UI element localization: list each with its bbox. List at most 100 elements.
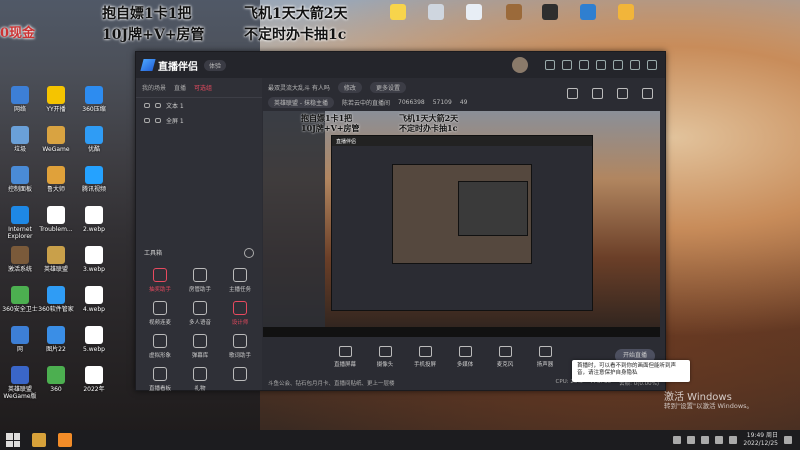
- streaming-app-window[interactable]: 直播伴侣 体验 我的场景 直播 可选组 文本 1 全屏 1 工具箱 抽奖助手 房管…: [135, 51, 666, 392]
- scene-item-fullscreen[interactable]: 全屏 1: [136, 113, 262, 128]
- tray-app-icon[interactable]: [701, 436, 710, 444]
- tool-item[interactable]: [220, 367, 260, 392]
- app-icon: [85, 86, 103, 104]
- category-select[interactable]: 英雄联盟 - 抹稳主播: [268, 97, 334, 108]
- tab-my-scenes[interactable]: 我的场景: [142, 83, 166, 92]
- desktop-icon[interactable]: 腾讯视频: [72, 166, 116, 193]
- desktop-icon[interactable]: 优酷: [72, 126, 116, 153]
- desktop-icon[interactable]: 4.webp: [72, 286, 116, 313]
- clock[interactable]: 19:49 周日 2022/12/25: [743, 432, 778, 448]
- title-bar[interactable]: 直播伴侣 体验: [136, 52, 665, 78]
- close-icon[interactable]: [647, 60, 657, 70]
- source-icon: [418, 346, 432, 357]
- toolbox-grid: 抽奖助手 房管助手 主播任务视频连麦 多人语音 设计师虚拟形象 弹幕库 歌词助手直播看板 礼物: [140, 268, 260, 392]
- source-control[interactable]: 手机投屏: [412, 346, 438, 368]
- tool-item[interactable]: 抽奖助手: [140, 268, 180, 293]
- menu-icon[interactable]: [545, 60, 555, 70]
- tool-item[interactable]: 视频连麦: [140, 301, 180, 326]
- volume-icon[interactable]: [729, 436, 738, 444]
- tab-optional[interactable]: 可选组: [194, 83, 212, 92]
- source-control[interactable]: 多媒体: [452, 346, 478, 368]
- tool-item[interactable]: 多人语音: [180, 301, 220, 326]
- promo-line2b: 不定时办卡抽1c: [244, 27, 347, 43]
- network-icon[interactable]: [715, 436, 724, 444]
- version-badge: 体验: [204, 59, 227, 71]
- app-icon: [85, 326, 103, 344]
- message-icon[interactable]: [579, 60, 589, 70]
- lock-icon[interactable]: [155, 118, 161, 123]
- desktop-icon-label: 2022年: [83, 386, 105, 393]
- tool-label: 房管助手: [188, 287, 211, 293]
- tool-item[interactable]: 直播看板: [140, 367, 180, 392]
- app-icon: [11, 326, 29, 344]
- tool-label: 抽奖助手: [148, 287, 171, 293]
- skin-icon[interactable]: [562, 60, 572, 70]
- desktop-icon[interactable]: 2022年: [72, 366, 116, 393]
- desktop-icon-label: 腾讯视频: [81, 186, 106, 193]
- layout-icon[interactable]: [567, 88, 578, 99]
- lock-icon[interactable]: [155, 103, 161, 108]
- source-control[interactable]: 直播屏幕: [332, 346, 358, 368]
- desktop-icon[interactable]: 5.webp: [72, 326, 116, 353]
- file-explorer-icon[interactable]: [32, 433, 46, 447]
- source-control[interactable]: 麦克风: [492, 346, 518, 368]
- room-id: 7066398: [398, 99, 425, 106]
- app-icon: [542, 4, 558, 20]
- scene-tabs: 我的场景 直播 可选组: [136, 78, 262, 98]
- source-control[interactable]: 扬声器: [532, 346, 558, 368]
- app-icon: [85, 246, 103, 264]
- left-panel: 我的场景 直播 可选组 文本 1 全屏 1 工具箱 抽奖助手 房管助手 主播任务 视频…: [136, 78, 262, 392]
- source-control[interactable]: 摄像头: [372, 346, 398, 368]
- scene-item-text[interactable]: 文本 1: [136, 98, 262, 113]
- tray-app-icon[interactable]: [673, 436, 682, 444]
- edit-button[interactable]: 修改: [337, 82, 362, 93]
- tool-item[interactable]: 弹幕库: [180, 334, 220, 359]
- bag-icon[interactable]: [592, 88, 603, 99]
- room-name: 陈若云中的直播间: [341, 100, 390, 107]
- tool-item[interactable]: 虚拟形象: [140, 334, 180, 359]
- live-assistant-taskbar-icon[interactable]: [58, 433, 72, 447]
- minimize-icon[interactable]: [613, 60, 623, 70]
- settings-icon[interactable]: [596, 60, 606, 70]
- tool-item[interactable]: 设计师: [220, 301, 260, 326]
- app-icon: [506, 4, 522, 20]
- source-label: 直播屏幕: [333, 362, 356, 368]
- tab-live[interactable]: 直播: [174, 83, 186, 92]
- desktop-icon[interactable]: 2.webp: [72, 206, 116, 233]
- tool-icon: [153, 367, 167, 381]
- tool-label: 主播任务: [228, 287, 251, 293]
- desktop-icon[interactable]: [452, 4, 496, 22]
- tool-item[interactable]: 房管助手: [180, 268, 220, 293]
- app-icon: [47, 286, 65, 304]
- more-settings-button[interactable]: 更多设置: [369, 82, 406, 93]
- bell-icon[interactable]: [617, 88, 628, 99]
- tool-item[interactable]: 主播任务: [220, 268, 260, 293]
- desktop-icon[interactable]: [604, 4, 648, 22]
- tool-label: 多人语音: [188, 320, 211, 326]
- windows-start-icon[interactable]: [6, 433, 20, 447]
- app-icon: [11, 86, 29, 104]
- privacy-tooltip: 首播时，可以看不到你的画面但能听到声音，请注意保护自身隐私: [572, 360, 690, 382]
- promo-line1a: 抱自嫖1卡1把: [102, 6, 192, 22]
- notification-icon[interactable]: [784, 436, 792, 444]
- stream-preview[interactable]: 抱自嫖1卡1把 飞机1天大箭2天 10J牌+V+房管 不定时办卡抽1c 直播伴侣: [263, 111, 660, 337]
- app-icon: [390, 4, 406, 20]
- tool-label: 歌词助手: [228, 353, 251, 359]
- more-icon[interactable]: [244, 248, 254, 258]
- maximize-icon[interactable]: [630, 60, 640, 70]
- avatar[interactable]: [512, 57, 528, 73]
- tool-item[interactable]: 礼物: [180, 367, 220, 392]
- tool-label: 设计师: [231, 320, 249, 326]
- app-icon: [618, 4, 634, 20]
- eye-icon[interactable]: [144, 118, 150, 123]
- desktop-icon[interactable]: 3.webp: [72, 246, 116, 273]
- tool-item[interactable]: 歌词助手: [220, 334, 260, 359]
- share-icon[interactable]: [642, 88, 653, 99]
- tray-app-icon[interactable]: [687, 436, 696, 444]
- source-label: 麦克风: [496, 362, 514, 368]
- eye-icon[interactable]: [144, 103, 150, 108]
- tool-icon: [153, 334, 167, 348]
- nested-preview-2: [392, 164, 532, 264]
- source-icon: [538, 346, 552, 357]
- desktop-icon[interactable]: 360压缩: [72, 86, 116, 113]
